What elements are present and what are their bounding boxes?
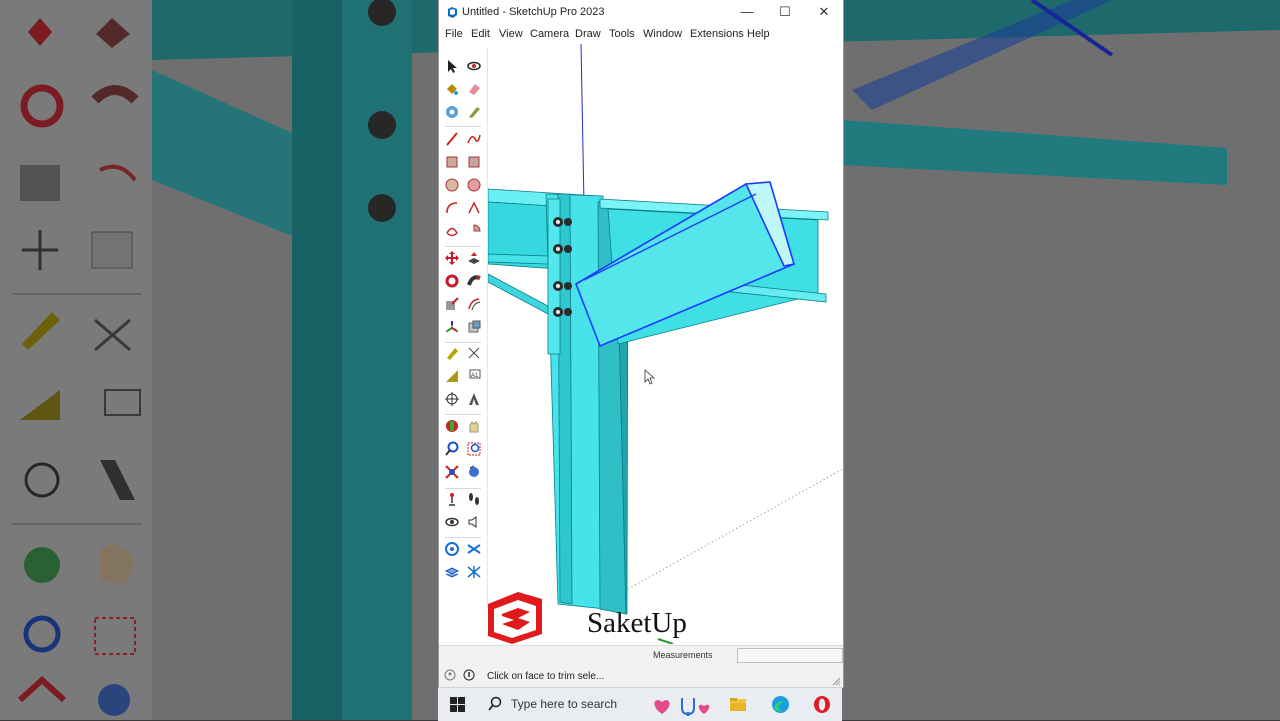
search-icon[interactable] [487, 696, 503, 712]
logo-text: SaketUp [587, 607, 687, 639]
menu-tools[interactable]: Tools [609, 28, 635, 40]
windows-start-icon[interactable] [450, 697, 465, 712]
rotate-icon[interactable] [444, 273, 460, 289]
menu-camera[interactable]: Camera [530, 28, 569, 40]
outer-shell-icon[interactable] [466, 319, 482, 335]
menu-file[interactable]: File [445, 28, 463, 40]
circle-icon[interactable] [444, 177, 460, 193]
toolbar-separator [445, 342, 481, 343]
menu-view[interactable]: View [499, 28, 523, 40]
freehand-icon[interactable] [466, 131, 482, 147]
toolbar-separator [445, 246, 481, 247]
maximize-button[interactable]: ☐ [767, 2, 803, 22]
stamp-icon[interactable] [466, 564, 482, 580]
geolocation-icon[interactable] [444, 669, 456, 681]
toolbar-separator [445, 126, 481, 127]
large-tool-set-toolbar: A1 [439, 48, 488, 608]
menu-bar: File Edit View Camera Draw Tools Window … [439, 25, 843, 44]
three-point-arc-icon[interactable] [444, 223, 460, 239]
search-highlight-icon[interactable] [652, 694, 712, 718]
orbit-icon[interactable] [466, 58, 482, 74]
component-icon[interactable] [444, 104, 460, 120]
flip-icon[interactable] [466, 541, 482, 557]
zoom-window-icon[interactable] [466, 441, 482, 457]
menu-window[interactable]: Window [643, 28, 682, 40]
follow-me-icon[interactable] [466, 273, 482, 289]
polygon-icon[interactable] [466, 177, 482, 193]
rectangle-icon[interactable] [444, 154, 460, 170]
measurements-label: Measurements [653, 650, 713, 660]
axes-cross-icon[interactable] [444, 391, 460, 407]
protractor-icon[interactable] [444, 368, 460, 384]
dimension-icon[interactable] [466, 345, 482, 361]
offset-icon[interactable] [466, 296, 482, 312]
arc-icon[interactable] [444, 200, 460, 216]
resize-grip-icon[interactable] [831, 676, 841, 686]
taskbar: Type here to search [438, 687, 842, 721]
measurements-input[interactable] [737, 648, 843, 663]
edge-browser-icon[interactable] [771, 695, 790, 714]
sound-icon[interactable] [466, 514, 482, 530]
eraser-icon[interactable] [466, 81, 482, 97]
position-camera-icon[interactable] [444, 491, 460, 507]
look-around-icon[interactable] [444, 514, 460, 530]
steel-beam-model[interactable] [488, 44, 843, 644]
pan-icon[interactable] [466, 418, 482, 434]
title-bar: Untitled - SketchUp Pro 2023 — ☐ ✕ [439, 0, 843, 25]
toolbar-separator [445, 488, 481, 489]
move-icon[interactable] [444, 250, 460, 266]
status-text: Click on face to trim sele... [487, 671, 605, 682]
saketup-logo-icon [488, 592, 542, 644]
menu-extensions[interactable]: Extensions [690, 28, 744, 40]
paint-bucket-icon[interactable] [444, 81, 460, 97]
taskbar-search-input[interactable]: Type here to search [511, 697, 617, 711]
close-button[interactable]: ✕ [806, 2, 842, 22]
previous-view-icon[interactable] [466, 464, 482, 480]
info-icon[interactable] [463, 669, 475, 681]
scale-icon[interactable] [444, 296, 460, 312]
pie-icon[interactable] [466, 223, 482, 239]
text-icon[interactable]: A1 [466, 368, 482, 384]
file-explorer-icon[interactable] [729, 696, 747, 712]
sketchup-window: Untitled - SketchUp Pro 2023 — ☐ ✕ File … [438, 0, 844, 688]
push-pull-icon[interactable] [466, 250, 482, 266]
svg-text:A1: A1 [471, 373, 479, 379]
sandbox-icon[interactable] [444, 541, 460, 557]
line-icon[interactable] [444, 131, 460, 147]
two-point-arc-icon[interactable] [466, 200, 482, 216]
tape-measure-icon[interactable] [444, 345, 460, 361]
pencil-tag-icon[interactable] [466, 104, 482, 120]
rotated-rectangle-icon[interactable] [466, 154, 482, 170]
menu-edit[interactable]: Edit [471, 28, 490, 40]
menu-draw[interactable]: Draw [575, 28, 601, 40]
section-plane-icon[interactable] [444, 418, 460, 434]
sketchup-app-icon [448, 7, 457, 18]
layers-icon[interactable] [444, 564, 460, 580]
drawing-viewport[interactable]: SaketUp [488, 44, 843, 644]
menu-help[interactable]: Help [747, 28, 770, 40]
window-title: Untitled - SketchUp Pro 2023 [462, 6, 605, 18]
opera-browser-icon[interactable] [813, 695, 831, 714]
zoom-icon[interactable] [444, 441, 460, 457]
toolbar-separator [445, 537, 481, 538]
walk-icon[interactable] [466, 491, 482, 507]
3d-text-icon[interactable] [466, 391, 482, 407]
axes-icon[interactable] [444, 319, 460, 335]
minimize-button[interactable]: — [729, 2, 765, 22]
status-bar: Measurements Click on face to trim sele.… [439, 645, 843, 688]
zoom-extents-icon[interactable] [444, 464, 460, 480]
select-icon[interactable] [444, 58, 460, 74]
toolbar-separator [445, 414, 481, 415]
